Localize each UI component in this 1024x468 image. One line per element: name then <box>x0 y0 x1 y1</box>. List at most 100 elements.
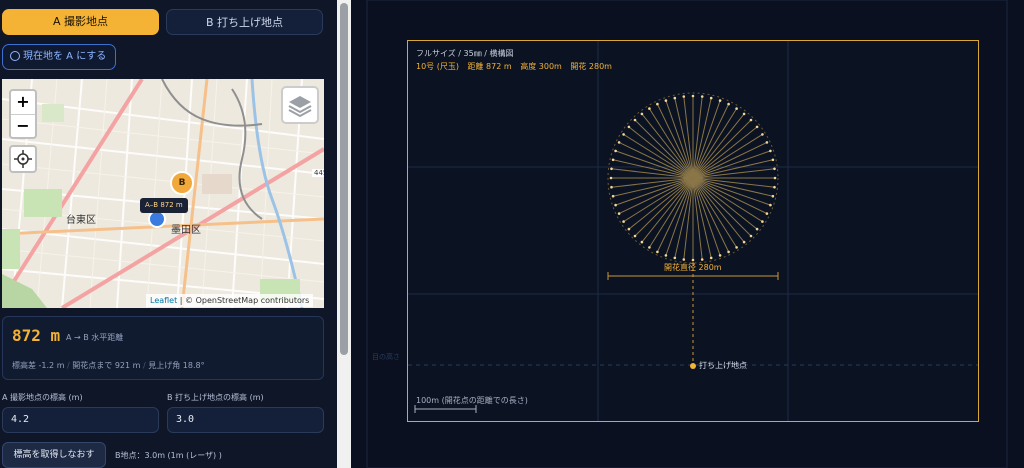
burst-spark <box>773 176 777 180</box>
burst-spark <box>656 102 659 106</box>
burst-spark <box>773 185 776 189</box>
burst-spark <box>761 220 764 223</box>
scale-label: 100m (開花点の距離での長さ) <box>416 396 528 405</box>
leaflet-link[interactable]: Leaflet <box>150 296 177 305</box>
osm-link[interactable]: © OpenStreetMap contributors <box>185 296 309 305</box>
burst-spark <box>691 94 695 98</box>
set-current-location-button[interactable]: 現在地を A にする <box>2 44 116 70</box>
elevation-a-input[interactable]: 4.2 <box>2 407 159 433</box>
burst-spark <box>735 246 738 249</box>
burst-spark <box>640 240 644 244</box>
burst-spark <box>718 254 722 257</box>
distance-tooltip: A–B 872 m <box>140 198 188 213</box>
burst-spark <box>765 212 769 215</box>
elevation-a-label: A 撮影地点の標高 (m) <box>2 393 83 402</box>
layers-icon <box>288 96 312 118</box>
burst-spark <box>727 250 730 254</box>
burst-spark <box>749 118 753 122</box>
burst-spark <box>718 99 722 102</box>
diameter-label: 開花直径 280m <box>664 263 722 272</box>
burst-spark <box>742 112 746 116</box>
elevation-difference: 標高差 -1.2 m <box>12 361 65 370</box>
burst-spark <box>742 240 746 244</box>
distance-value: 872 m <box>12 326 61 345</box>
burst-spark <box>769 203 772 207</box>
elevation-b-input[interactable]: 3.0 <box>167 407 324 433</box>
burst-spark <box>709 96 713 100</box>
burst-spark <box>640 112 644 116</box>
burst-spark <box>691 258 695 262</box>
burst-spark <box>771 158 775 162</box>
scrollbar[interactable] <box>337 0 351 468</box>
burst-ray <box>634 177 694 237</box>
burst-spark <box>609 176 613 180</box>
burst-spark <box>673 96 677 100</box>
shell-bloom: 開花 280m <box>570 62 612 71</box>
burst-spark <box>611 158 615 162</box>
map-label-taito: 台東区 <box>66 215 96 226</box>
refetch-elevation-button[interactable]: 標高を取得しなおす <box>2 442 106 468</box>
burst-spark <box>769 149 772 153</box>
burst-spark <box>673 256 677 260</box>
burst-spark <box>664 99 668 102</box>
burst-rays <box>609 94 777 262</box>
layers-button[interactable] <box>281 86 319 124</box>
set-current-location-label: 現在地を A にする <box>23 51 107 62</box>
burst-ray <box>692 177 752 237</box>
map-label-route: 445 <box>312 169 324 177</box>
burst-spark <box>700 95 704 98</box>
camera-info: フルサイズ / 35㎜ / 横構図 <box>416 49 514 58</box>
launch-point-label: 打ち上げ地点 <box>699 361 747 370</box>
burst-spark <box>622 133 625 136</box>
burst-spark <box>656 250 659 254</box>
burst-spark <box>611 194 615 198</box>
burst-spark <box>682 95 686 98</box>
burst-spark <box>627 125 631 129</box>
zoom-control: + − <box>9 89 37 139</box>
burst-spark <box>617 141 621 144</box>
attribution-separator: | <box>179 296 183 305</box>
burst-spark <box>614 203 617 207</box>
zoom-out-button[interactable]: − <box>11 115 35 138</box>
locate-button[interactable] <box>9 145 37 173</box>
burst-spark <box>610 167 613 171</box>
distance-details: 標高差 -1.2 m / 開花点まで 921 m / 見上げ角 18.8° <box>12 360 205 371</box>
elevation-b-note: B地点：3.0m (1m (レーザ) ) <box>115 451 222 460</box>
marker-b[interactable]: B <box>170 171 194 195</box>
burst-spark <box>755 125 759 129</box>
elevation-b-label: B 打ち上げ地点の標高 (m) <box>167 393 264 402</box>
burst-spark <box>664 254 668 257</box>
control-panel: A 撮影地点 B 打ち上げ地点 現在地を A にする 台東区 墨田区 44 + … <box>0 0 337 468</box>
burst-spark <box>761 133 764 136</box>
shell-distance: 距離 872 m <box>467 62 512 71</box>
burst-ray <box>634 119 694 179</box>
scrollbar-thumb[interactable] <box>340 3 348 355</box>
map[interactable]: 台東区 墨田区 445 <box>2 79 324 308</box>
look-up-angle: 見上げ角 18.8° <box>148 361 205 370</box>
burst-ray <box>692 119 752 179</box>
horizon-label: 目の高さ <box>372 353 400 361</box>
distance-caption: A → B 水平距離 <box>66 333 124 342</box>
burst-spark <box>633 118 637 122</box>
map-label-sumida: 墨田区 <box>171 225 201 236</box>
burst-spark <box>648 107 651 110</box>
tab-shooting-point[interactable]: A 撮影地点 <box>2 9 159 35</box>
burst-spark <box>610 185 613 189</box>
burst-spark <box>771 194 775 198</box>
distance-summary-card: 872 m A → B 水平距離 標高差 -1.2 m / 開花点まで 921 … <box>2 316 324 380</box>
map-tiles <box>2 79 324 308</box>
launch-point-dot <box>690 363 696 369</box>
burst-spark <box>709 256 713 260</box>
map-attribution: Leaflet | © OpenStreetMap contributors <box>146 294 314 307</box>
tab-launch-point[interactable]: B 打ち上げ地点 <box>166 9 323 35</box>
burst-spark <box>622 220 625 223</box>
burst-spark <box>765 141 769 144</box>
zoom-in-button[interactable]: + <box>11 91 35 115</box>
shell-height: 高度 300m <box>520 62 562 71</box>
burst-spark <box>700 258 704 261</box>
burst-spark <box>755 227 759 231</box>
composition-preview: フルサイズ / 35㎜ / 横構図 10号 (尺玉) 距離 872 m 高度 3… <box>351 0 1024 468</box>
burst-spark <box>773 167 776 171</box>
burst-spark <box>633 234 637 238</box>
distance-to-burst: 開花点まで 921 m <box>72 361 141 370</box>
